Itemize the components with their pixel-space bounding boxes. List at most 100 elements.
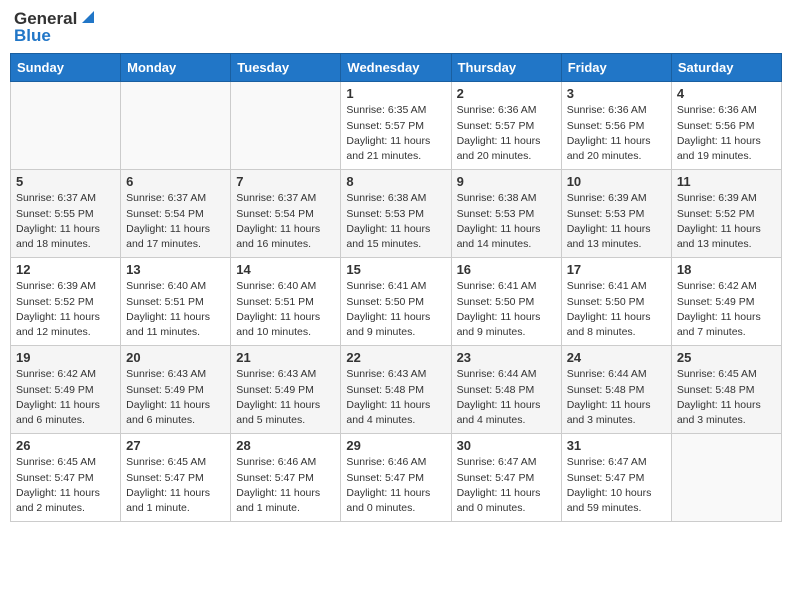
calendar-cell: 10 Sunrise: 6:39 AM Sunset: 5:53 PM Dayli… [561,170,671,258]
calendar-cell: 27Sunrise: 6:45 AM Sunset: 5:47 PM Dayli… [121,434,231,522]
day-number: 9 [457,174,556,189]
day-info: Sunrise: 6:43 AM Sunset: 5:49 PM Dayligh… [126,367,225,428]
day-number: 24 [567,350,666,365]
calendar-cell: 7Sunrise: 6:37 AM Sunset: 5:54 PM Daylig… [231,170,341,258]
day-info: Sunrise: 6:47 AM Sunset: 5:47 PM Dayligh… [457,455,556,516]
day-info: Sunrise: 6:46 AM Sunset: 5:47 PM Dayligh… [236,455,335,516]
calendar-cell: 15 Sunrise: 6:41 AM Sunset: 5:50 PM Dayli… [341,258,451,346]
page-header: General Blue [10,10,782,45]
calendar-cell: 1 Sunrise: 6:35 AM Sunset: 5:57 PM Daylig… [341,82,451,170]
day-info: Sunrise: 6:38 AM Sunset: 5:53 PM Dayligh… [346,191,445,252]
calendar-cell: 6 Sunrise: 6:37 AM Sunset: 5:54 PM Daylig… [121,170,231,258]
day-info: Sunrise: 6:38 AM Sunset: 5:53 PM Dayligh… [457,191,556,252]
day-number: 31 [567,438,666,453]
weekday-header-tuesday: Tuesday [231,54,341,82]
day-info: Sunrise: 6:44 AM Sunset: 5:48 PM Dayligh… [457,367,556,428]
day-number: 16 [457,262,556,277]
calendar-week-4: 19 Sunrise: 6:42 AM Sunset: 5:49 PM Dayli… [11,346,782,434]
day-info: Sunrise: 6:39 AM Sunset: 5:53 PM Dayligh… [567,191,666,252]
day-number: 18 [677,262,776,277]
weekday-header-sunday: Sunday [11,54,121,82]
day-number: 29 [346,438,445,453]
weekday-header-wednesday: Wednesday [341,54,451,82]
day-info: Sunrise: 6:45 AM Sunset: 5:47 PM Dayligh… [16,455,115,516]
calendar-cell: 13 Sunrise: 6:40 AM Sunset: 5:51 PM Dayli… [121,258,231,346]
calendar-cell: 23 Sunrise: 6:44 AM Sunset: 5:48 PM Dayli… [451,346,561,434]
day-info: Sunrise: 6:36 AM Sunset: 5:56 PM Dayligh… [677,103,776,164]
calendar-cell: 12 Sunrise: 6:39 AM Sunset: 5:52 PM Dayli… [11,258,121,346]
day-number: 23 [457,350,556,365]
day-info: Sunrise: 6:41 AM Sunset: 5:50 PM Dayligh… [457,279,556,340]
day-info: Sunrise: 6:39 AM Sunset: 5:52 PM Dayligh… [16,279,115,340]
calendar-week-2: 5Sunrise: 6:37 AM Sunset: 5:55 PM Daylig… [11,170,782,258]
day-info: Sunrise: 6:37 AM Sunset: 5:54 PM Dayligh… [126,191,225,252]
calendar-cell [11,82,121,170]
calendar-cell: 8 Sunrise: 6:38 AM Sunset: 5:53 PM Daylig… [341,170,451,258]
calendar-cell: 3 Sunrise: 6:36 AM Sunset: 5:56 PM Daylig… [561,82,671,170]
day-number: 4 [677,86,776,101]
day-number: 14 [236,262,335,277]
calendar-cell: 4 Sunrise: 6:36 AM Sunset: 5:56 PM Daylig… [671,82,781,170]
calendar-cell: 24 Sunrise: 6:44 AM Sunset: 5:48 PM Dayli… [561,346,671,434]
day-number: 10 [567,174,666,189]
calendar-cell: 5Sunrise: 6:37 AM Sunset: 5:55 PM Daylig… [11,170,121,258]
calendar-cell: 2Sunrise: 6:36 AM Sunset: 5:57 PM Daylig… [451,82,561,170]
calendar-cell: 26 Sunrise: 6:45 AM Sunset: 5:47 PM Dayli… [11,434,121,522]
calendar-cell [231,82,341,170]
day-number: 15 [346,262,445,277]
calendar-cell: 21Sunrise: 6:43 AM Sunset: 5:49 PM Dayli… [231,346,341,434]
day-number: 6 [126,174,225,189]
day-info: Sunrise: 6:39 AM Sunset: 5:52 PM Dayligh… [677,191,776,252]
day-info: Sunrise: 6:47 AM Sunset: 5:47 PM Dayligh… [567,455,666,516]
day-info: Sunrise: 6:44 AM Sunset: 5:48 PM Dayligh… [567,367,666,428]
calendar-cell: 17Sunrise: 6:41 AM Sunset: 5:50 PM Dayli… [561,258,671,346]
calendar-cell: 9 Sunrise: 6:38 AM Sunset: 5:53 PM Daylig… [451,170,561,258]
weekday-header-thursday: Thursday [451,54,561,82]
calendar-cell [121,82,231,170]
day-info: Sunrise: 6:42 AM Sunset: 5:49 PM Dayligh… [16,367,115,428]
day-number: 19 [16,350,115,365]
weekday-header-saturday: Saturday [671,54,781,82]
day-info: Sunrise: 6:35 AM Sunset: 5:57 PM Dayligh… [346,103,445,164]
day-number: 1 [346,86,445,101]
day-number: 11 [677,174,776,189]
day-number: 26 [16,438,115,453]
day-info: Sunrise: 6:45 AM Sunset: 5:48 PM Dayligh… [677,367,776,428]
calendar-week-1: 1 Sunrise: 6:35 AM Sunset: 5:57 PM Daylig… [11,82,782,170]
calendar-week-3: 12 Sunrise: 6:39 AM Sunset: 5:52 PM Dayli… [11,258,782,346]
day-info: Sunrise: 6:36 AM Sunset: 5:56 PM Dayligh… [567,103,666,164]
day-number: 2 [457,86,556,101]
weekday-header-monday: Monday [121,54,231,82]
day-number: 3 [567,86,666,101]
day-info: Sunrise: 6:43 AM Sunset: 5:48 PM Dayligh… [346,367,445,428]
calendar-cell: 30 Sunrise: 6:47 AM Sunset: 5:47 PM Dayli… [451,434,561,522]
calendar-cell: 31 Sunrise: 6:47 AM Sunset: 5:47 PM Dayli… [561,434,671,522]
day-number: 5 [16,174,115,189]
calendar-cell: 20 Sunrise: 6:43 AM Sunset: 5:49 PM Dayli… [121,346,231,434]
logo-arrow-icon [78,7,98,27]
calendar-cell: 14 Sunrise: 6:40 AM Sunset: 5:51 PM Dayli… [231,258,341,346]
calendar-cell: 19 Sunrise: 6:42 AM Sunset: 5:49 PM Dayli… [11,346,121,434]
day-number: 22 [346,350,445,365]
day-number: 30 [457,438,556,453]
day-info: Sunrise: 6:41 AM Sunset: 5:50 PM Dayligh… [346,279,445,340]
day-number: 21 [236,350,335,365]
calendar-cell: 25Sunrise: 6:45 AM Sunset: 5:48 PM Dayli… [671,346,781,434]
day-info: Sunrise: 6:40 AM Sunset: 5:51 PM Dayligh… [126,279,225,340]
day-number: 17 [567,262,666,277]
day-number: 20 [126,350,225,365]
weekday-header-friday: Friday [561,54,671,82]
logo: General Blue [14,10,98,45]
calendar-week-5: 26 Sunrise: 6:45 AM Sunset: 5:47 PM Dayli… [11,434,782,522]
day-number: 13 [126,262,225,277]
weekday-header-row: SundayMondayTuesdayWednesdayThursdayFrid… [11,54,782,82]
calendar-cell: 29Sunrise: 6:46 AM Sunset: 5:47 PM Dayli… [341,434,451,522]
day-number: 8 [346,174,445,189]
logo-blue: Blue [14,27,51,46]
day-number: 12 [16,262,115,277]
day-number: 28 [236,438,335,453]
day-info: Sunrise: 6:37 AM Sunset: 5:54 PM Dayligh… [236,191,335,252]
calendar-cell [671,434,781,522]
calendar-cell: 11 Sunrise: 6:39 AM Sunset: 5:52 PM Dayli… [671,170,781,258]
day-info: Sunrise: 6:40 AM Sunset: 5:51 PM Dayligh… [236,279,335,340]
